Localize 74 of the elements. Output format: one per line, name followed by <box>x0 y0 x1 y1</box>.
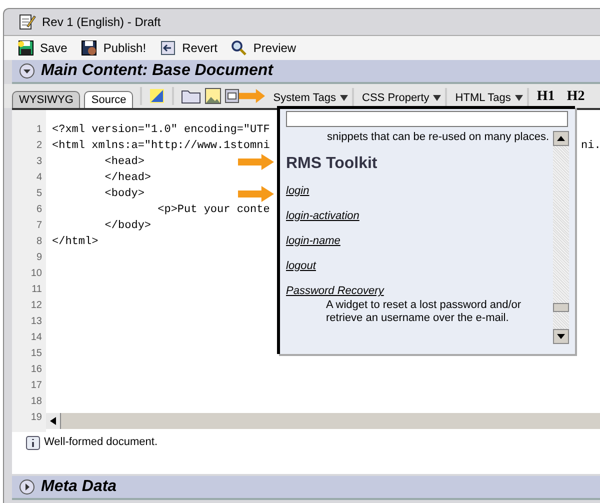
pointer-arrow <box>238 186 274 202</box>
line-number: 3 <box>36 155 42 169</box>
left-arrow-icon <box>50 417 56 425</box>
line-number: 7 <box>36 219 42 233</box>
scroll-left-button[interactable] <box>46 413 61 429</box>
line-number: 11 <box>32 283 42 297</box>
line-number: 15 <box>30 347 42 361</box>
section-title: Main Content: Base Document <box>41 62 274 80</box>
document-pencil-icon <box>18 13 36 31</box>
description-text: snippets that can be re-used on many places. <box>326 131 550 143</box>
code-line: <html xmlns:a="http://www.1stomni <box>52 140 270 152</box>
line-number: 14 <box>30 331 42 345</box>
line-number: 4 <box>36 171 42 185</box>
line-number: 10 <box>30 267 42 281</box>
group-title: RMS Toolkit <box>286 155 378 173</box>
line-number: 12 <box>30 299 42 313</box>
editor-tab[interactable]: Source <box>84 91 134 108</box>
line-number: 8 <box>36 235 42 249</box>
down-arrow-icon <box>557 334 565 339</box>
description-text: A widget to reset a lost password and/or retrieve an username over the e-mail. <box>326 299 522 325</box>
up-arrow-icon <box>557 136 565 141</box>
heading-button[interactable]: H2 <box>562 86 589 108</box>
tag-link[interactable]: login <box>286 185 310 197</box>
section-title: Meta Data <box>41 478 117 496</box>
status-message: Well-formed document. <box>44 436 158 448</box>
caret-icon <box>433 94 442 102</box>
tag-link[interactable]: login-name <box>286 235 340 247</box>
scroll-thumb[interactable] <box>553 303 569 312</box>
folder-icon[interactable] <box>181 88 202 104</box>
section-header[interactable]: Meta Data <box>12 476 600 500</box>
toolbar-button[interactable]: Publish! <box>81 40 146 56</box>
image-icon[interactable] <box>205 88 222 104</box>
line-number: 19 <box>30 411 42 425</box>
horizontal-scrollbar[interactable] <box>46 412 600 429</box>
line-number: 18 <box>30 395 42 409</box>
media-icon[interactable] <box>225 89 240 103</box>
line-number: 1 <box>36 123 42 137</box>
line-number: 13 <box>30 315 42 329</box>
section-header[interactable]: Main Content: Base Document <box>12 60 600 84</box>
vertical-scrollbar[interactable] <box>553 131 569 344</box>
caret-icon <box>514 94 523 102</box>
toolbar-button[interactable]: Preview <box>231 40 296 56</box>
code-line: </html> <box>52 236 98 248</box>
search-field[interactable] <box>286 111 568 127</box>
caret-icon <box>340 94 348 102</box>
line-number: 6 <box>36 203 42 217</box>
code-line: <head> <box>104 156 144 168</box>
tag-link[interactable]: logout <box>286 260 316 272</box>
highlighter-icon[interactable] <box>149 88 166 104</box>
revert-icon <box>160 40 176 56</box>
search-icon <box>231 40 248 56</box>
info-icon <box>26 436 40 450</box>
code-line: <?xml version="1.0" encoding="UTF <box>52 124 270 136</box>
editor-tab[interactable]: WYSIWYG <box>12 91 80 108</box>
tag-link[interactable]: Password Recovery <box>286 285 384 297</box>
toolbar-button[interactable]: Revert <box>160 40 218 56</box>
code-line: <p>Put your conte <box>156 204 270 216</box>
line-number: 2 <box>36 139 42 153</box>
heading-button[interactable]: H1 <box>532 86 559 108</box>
line-number: 16 <box>30 363 42 377</box>
code-line: </head> <box>104 172 152 184</box>
code-line: <body> <box>104 188 144 200</box>
window-title: Rev 1 (English) - Draft <box>42 15 161 29</box>
toolbar-button[interactable]: Save <box>18 40 68 56</box>
code-fragment: ni. <box>581 139 600 154</box>
pointer-arrow <box>238 154 274 170</box>
tag-link[interactable]: login-activation <box>286 210 360 222</box>
line-number: 5 <box>36 187 42 201</box>
code-line: </body> <box>104 220 152 232</box>
scroll-down-button[interactable] <box>553 329 569 344</box>
pointer-arrow <box>239 89 266 103</box>
line-number: 17 <box>30 379 42 393</box>
line-number: 9 <box>36 251 42 265</box>
scroll-up-button[interactable] <box>553 131 569 146</box>
